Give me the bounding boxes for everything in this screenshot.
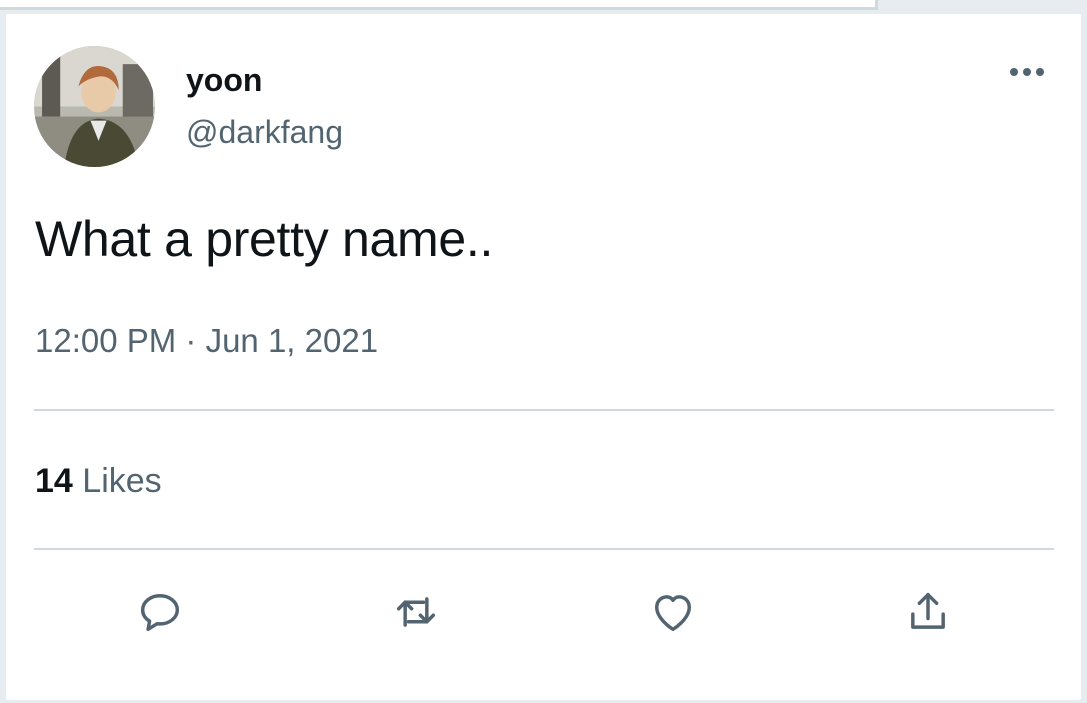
likes-stat[interactable]: 14 Likes — [35, 462, 162, 501]
likes-count: 14 — [35, 462, 73, 500]
divider — [34, 548, 1054, 550]
tweet-text: What a pretty name.. — [35, 211, 494, 267]
likes-label: Likes — [82, 462, 162, 500]
avatar[interactable] — [34, 46, 155, 167]
more-dot-icon — [1023, 68, 1031, 76]
like-button[interactable] — [643, 582, 703, 642]
avatar-image — [34, 46, 155, 167]
previous-card-edge — [0, 0, 878, 10]
user-handle[interactable]: @darkfang — [186, 114, 343, 151]
retweet-icon — [396, 597, 436, 627]
tweet-card: yoon @darkfang What a pretty name.. 12:0… — [6, 14, 1081, 700]
retweet-button[interactable] — [386, 582, 446, 642]
more-options-button[interactable] — [1002, 60, 1052, 84]
reply-button[interactable] — [130, 582, 190, 642]
more-dot-icon — [1036, 68, 1044, 76]
heart-icon — [655, 595, 691, 632]
reply-icon — [140, 594, 180, 632]
more-dot-icon — [1010, 68, 1018, 76]
tweet-timestamp[interactable]: 12:00 PM · Jun 1, 2021 — [35, 322, 378, 360]
display-name[interactable]: yoon — [186, 62, 262, 99]
divider — [34, 409, 1054, 411]
share-button[interactable] — [898, 582, 958, 642]
share-icon — [911, 592, 945, 629]
